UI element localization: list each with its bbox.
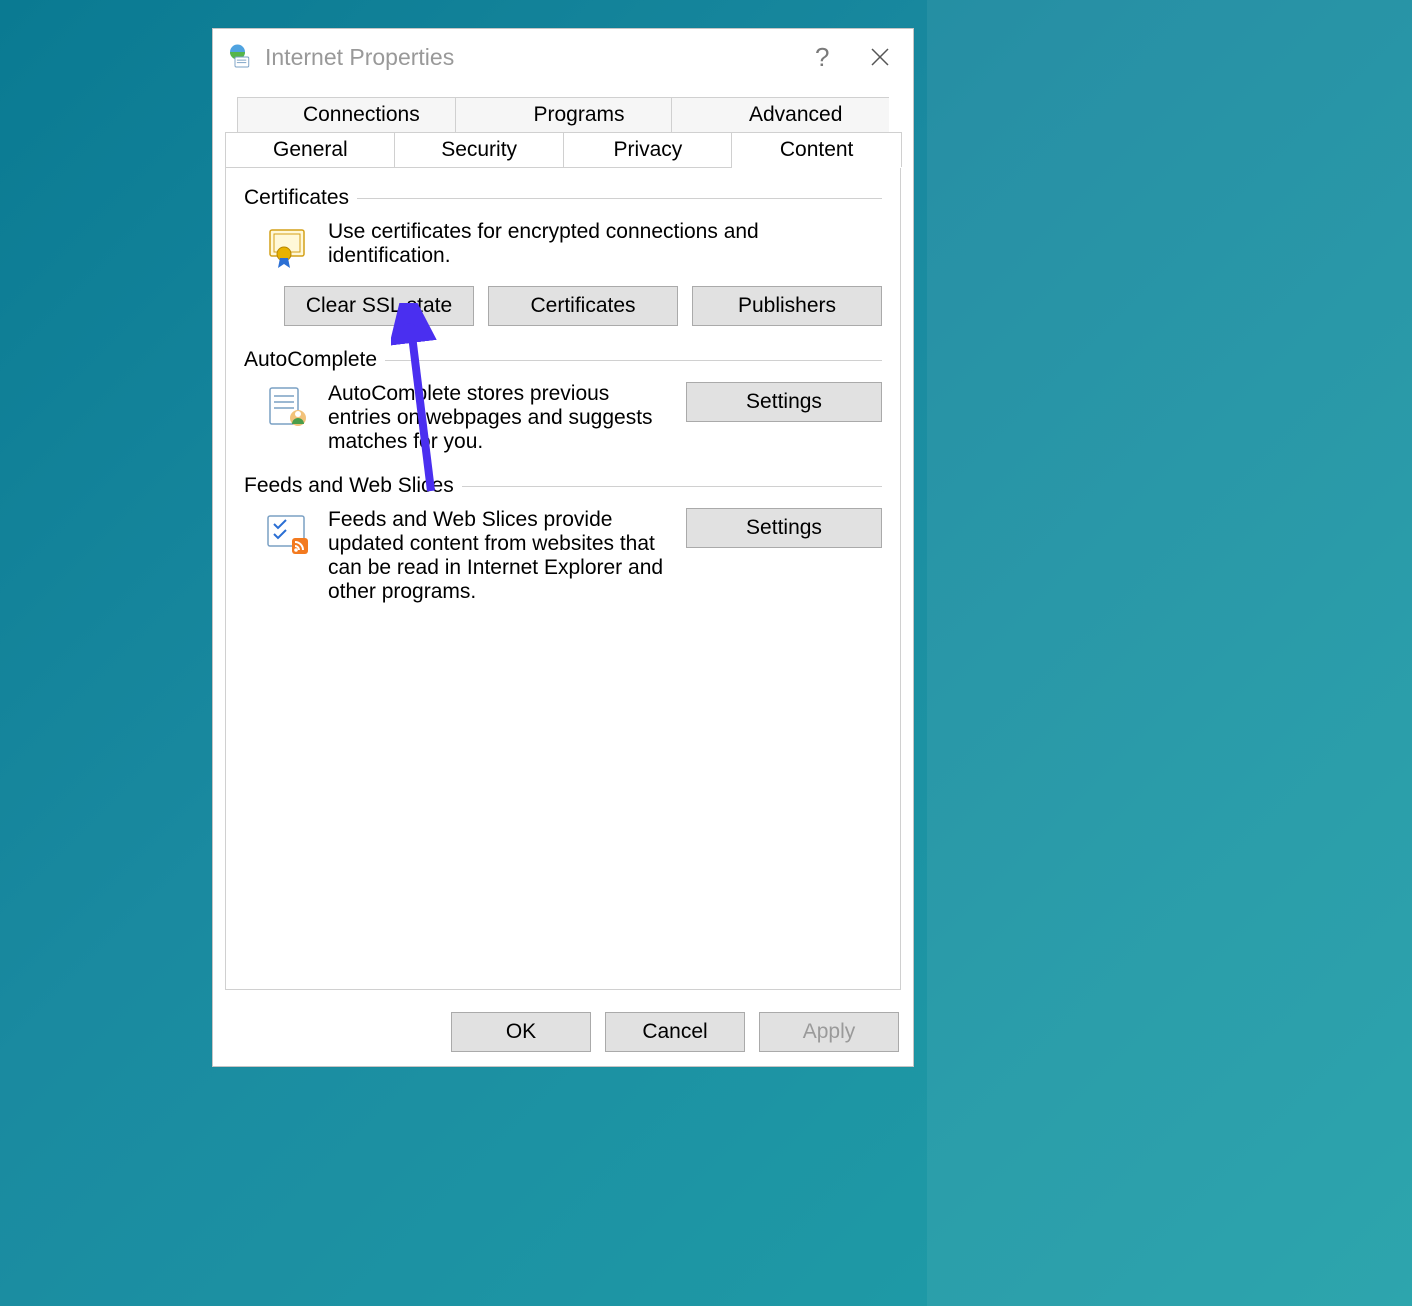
certificates-heading: Certificates — [244, 186, 357, 210]
dialog-footer: OK Cancel Apply — [213, 1002, 913, 1066]
certificates-group: Certificates Use certificates for encryp… — [244, 186, 882, 336]
autocomplete-group: AutoComplete AutoComplete stores previ — [244, 348, 882, 462]
svg-text:?: ? — [815, 44, 829, 70]
tab-security[interactable]: Security — [394, 132, 565, 167]
feeds-icon — [262, 508, 314, 560]
publishers-button[interactable]: Publishers — [692, 286, 882, 326]
titlebar: Internet Properties ? — [213, 29, 913, 85]
tab-strip: Connections Programs Advanced General Se… — [213, 85, 913, 168]
autocomplete-settings-button[interactable]: Settings — [686, 382, 882, 422]
tab-content[interactable]: Content — [731, 132, 902, 167]
feeds-heading: Feeds and Web Slices — [244, 474, 462, 498]
apply-button[interactable]: Apply — [759, 1012, 899, 1052]
certificates-desc: Use certificates for encrypted connectio… — [328, 220, 882, 268]
certificate-icon — [262, 220, 314, 272]
feeds-desc: Feeds and Web Slices provide updated con… — [328, 508, 672, 604]
ok-button[interactable]: OK — [451, 1012, 591, 1052]
window-title: Internet Properties — [265, 44, 454, 71]
close-button[interactable] — [851, 33, 909, 81]
tab-privacy[interactable]: Privacy — [563, 132, 734, 167]
autocomplete-icon — [262, 382, 314, 434]
close-icon — [871, 48, 889, 66]
clear-ssl-state-button[interactable]: Clear SSL state — [284, 286, 474, 326]
feeds-settings-button[interactable]: Settings — [686, 508, 882, 548]
certificates-button[interactable]: Certificates — [488, 286, 678, 326]
help-button[interactable]: ? — [793, 33, 851, 81]
cancel-button[interactable]: Cancel — [605, 1012, 745, 1052]
content-panel: Certificates Use certificates for encryp… — [225, 168, 901, 990]
feeds-group: Feeds and Web Slices Feeds and Web Sli — [244, 474, 882, 612]
tab-connections[interactable]: Connections — [268, 98, 455, 132]
internet-properties-dialog: Internet Properties ? Connections Progra… — [212, 28, 914, 1067]
autocomplete-desc: AutoComplete stores previous entries on … — [328, 382, 672, 454]
autocomplete-heading: AutoComplete — [244, 348, 385, 372]
tab-general[interactable]: General — [225, 132, 396, 167]
internet-options-icon — [225, 42, 255, 72]
tab-programs[interactable]: Programs — [455, 98, 673, 132]
tab-advanced[interactable]: Advanced — [671, 98, 889, 132]
